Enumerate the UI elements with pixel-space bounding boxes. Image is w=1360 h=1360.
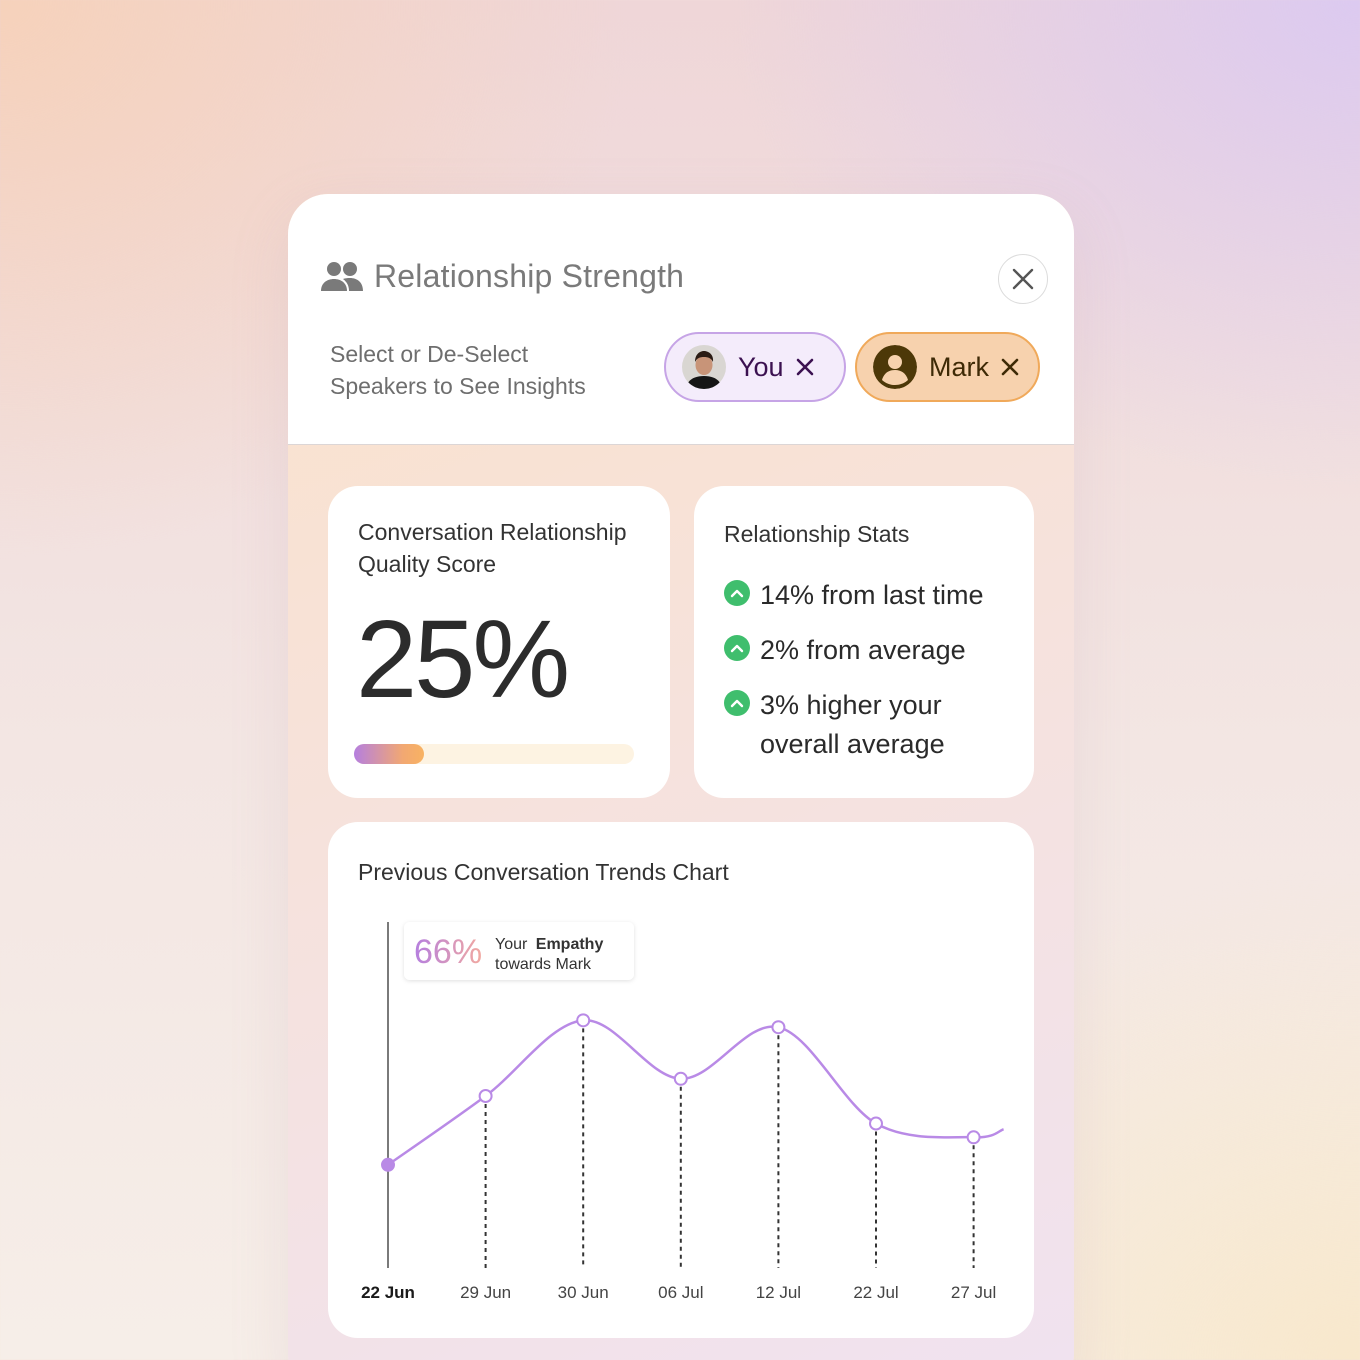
- card-title: Conversation Relationship Quality Score: [358, 519, 627, 577]
- speaker-instructions: Select or De-Select Speakers to See Insi…: [330, 341, 586, 399]
- avatar: [682, 345, 726, 389]
- close-icon: [1012, 268, 1034, 290]
- panel-header: Relationship Strength Select or De-Selec…: [288, 194, 1074, 445]
- close-icon[interactable]: [796, 358, 814, 376]
- tooltip-suffix: towards Mark: [495, 956, 592, 973]
- stat-text: 2% from average: [760, 635, 966, 665]
- trends-chart-card: Previous Conversation Trends Chart 22 Ju…: [328, 822, 1034, 1338]
- x-tick-label: 27 Jul: [951, 1283, 996, 1302]
- stat-text: 14% from last time: [760, 580, 984, 610]
- close-icon[interactable]: [1001, 358, 1019, 376]
- card-title: Relationship Stats: [724, 521, 910, 547]
- svg-text:Your Empathy: Your Empathy: [495, 936, 603, 953]
- score-progress-bar: [354, 744, 634, 764]
- chevron-up-icon: [724, 635, 750, 661]
- data-point[interactable]: [478, 1089, 493, 1103]
- stat-item: 2% from average: [724, 631, 1000, 670]
- relationship-stats-card: Relationship Stats 14% from last time 2%…: [694, 486, 1034, 798]
- speaker-label: You: [738, 351, 784, 382]
- title-row: Relationship Strength: [320, 258, 684, 295]
- x-tick-label: 06 Jul: [658, 1283, 703, 1302]
- data-point[interactable]: [966, 1130, 981, 1145]
- close-button[interactable]: [998, 254, 1048, 304]
- tooltip-prefix: Your: [495, 936, 528, 953]
- chevron-up-icon: [724, 580, 750, 606]
- x-tick-label: 22 Jul: [853, 1283, 898, 1302]
- quality-score-card: Conversation Relationship Quality Score …: [328, 486, 670, 798]
- x-tick-label: 12 Jul: [756, 1283, 801, 1302]
- score-value: 25%: [356, 598, 570, 721]
- people-icon: [321, 261, 363, 291]
- x-tick-label: 22 Jun: [361, 1283, 415, 1302]
- data-point[interactable]: [869, 1116, 883, 1131]
- speaker-chip-mark[interactable]: Mark: [855, 332, 1040, 402]
- tooltip-value: 66%: [414, 933, 482, 971]
- progress-fill: [354, 744, 424, 764]
- tooltip-metric: Empathy: [536, 936, 604, 953]
- chevron-up-icon: [724, 690, 750, 716]
- page-title: Relationship Strength: [374, 258, 685, 294]
- stat-item: 14% from last time: [724, 576, 1000, 615]
- selected-data-point[interactable]: [381, 1157, 395, 1172]
- relationship-strength-panel: Relationship Strength Select or De-Selec…: [288, 194, 1074, 1360]
- trend-chart: 22 Jun 29 Jun 30 Jun 06 Jul 12 Jul 22 Jul 27 J…: [361, 922, 1005, 1302]
- stat-item: 3% higher your overall average: [724, 686, 1000, 764]
- x-tick-label: 30 Jun: [558, 1283, 609, 1302]
- x-tick-label: 29 Jun: [460, 1283, 511, 1302]
- data-point[interactable]: [673, 1071, 688, 1086]
- person-icon: [873, 345, 917, 389]
- data-point[interactable]: [771, 1020, 786, 1035]
- speaker-label: Mark: [929, 351, 989, 382]
- chart-tooltip: 66% Your Empathy towards Mark: [404, 922, 634, 980]
- stat-text: 3% higher your overall average: [760, 690, 945, 759]
- data-point[interactable]: [576, 1013, 591, 1028]
- speaker-chip-you[interactable]: You: [664, 332, 846, 402]
